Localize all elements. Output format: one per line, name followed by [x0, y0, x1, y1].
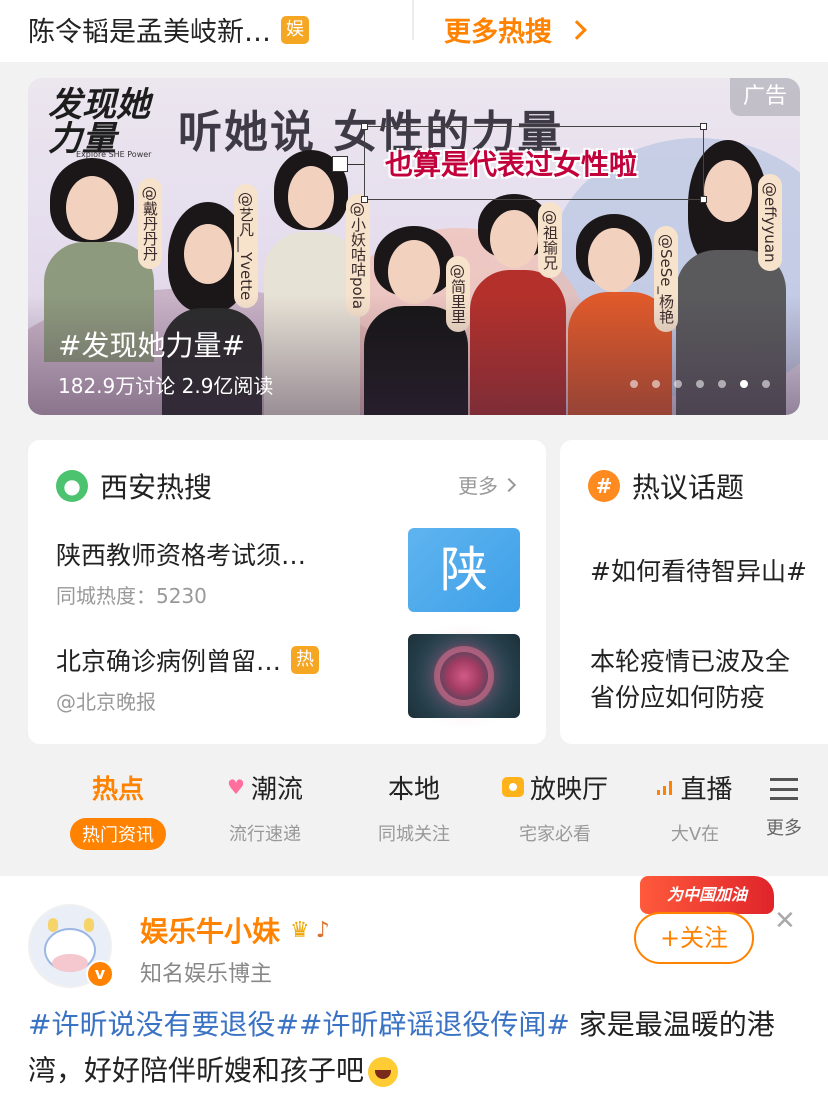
- quote-annotation: 也算是代表过女性啦: [361, 123, 707, 203]
- guitar-icon: ♪: [315, 917, 330, 943]
- carousel-dot[interactable]: [740, 380, 748, 388]
- tv-icon: [501, 777, 524, 797]
- tab-sub: 热门资讯: [70, 818, 166, 850]
- trending-topics-card: # 热议话题 #如何看待智异山# 本轮疫情已波及全 省份应如何防疫: [560, 440, 828, 744]
- chevron-right-icon: [501, 477, 517, 492]
- more-label: 更多: [458, 474, 498, 498]
- card-header: # 热议话题: [588, 466, 744, 506]
- topic-item[interactable]: 本轮疫情已波及全: [590, 642, 790, 678]
- tab-label: 潮流: [250, 774, 303, 805]
- author-description: 知名娱乐博主: [140, 962, 273, 987]
- tab-label: 本地: [387, 774, 440, 805]
- news-thumbnail[interactable]: [408, 634, 520, 718]
- topic-item-cont[interactable]: 省份应如何防疫: [590, 678, 765, 714]
- news-item-meta: @北京晚报: [56, 690, 156, 714]
- grin-emoji-icon: [368, 1057, 399, 1087]
- tab-label: 直播: [680, 774, 733, 805]
- carousel-dot[interactable]: [696, 380, 704, 388]
- news-title-text: 陕西教师资格考试须…: [56, 541, 307, 570]
- topic-item[interactable]: #如何看待智异山#: [590, 552, 807, 588]
- author-name-text: 娱乐牛小妹: [140, 915, 281, 948]
- close-icon[interactable]: ✕: [774, 906, 796, 936]
- tab-more-button[interactable]: 更多: [740, 766, 828, 866]
- divider: [412, 0, 414, 40]
- promo-banner[interactable]: 发现她力量 Explore SHE Power 听她说 女性的力量 @戴丹丹丹: [28, 78, 800, 415]
- tab-sub: 宅家必看: [519, 824, 591, 845]
- post-content[interactable]: #许昕说没有要退役##许昕辟谣退役传闻# 家是最温暖的港湾，好好陪伴昕嫂和孩子吧: [28, 1002, 788, 1094]
- person-name-tag: @艺凡__Yvette: [234, 184, 258, 309]
- campaign-logo: 发现她力量: [48, 85, 150, 159]
- tab-hot[interactable]: 热点 热门资讯: [62, 766, 174, 850]
- tab-sub: 大V在: [670, 824, 720, 845]
- tab-label: 热点: [91, 774, 144, 805]
- hot-search-strip: 陈令韬是孟美岐新… 娱 更多热搜: [0, 0, 828, 62]
- hashtag-icon: #: [588, 470, 620, 502]
- local-more-link[interactable]: 更多: [458, 470, 517, 499]
- person-name-tag: @effyyuan: [758, 174, 782, 271]
- ad-label: 广告: [730, 78, 800, 116]
- person-name-tag: @戴丹丹丹: [138, 178, 162, 269]
- tab-local[interactable]: 本地 同城关注: [354, 766, 474, 846]
- card-header: ● 西安热搜: [56, 466, 212, 506]
- heart-icon: ♥: [227, 775, 245, 799]
- tab-theater[interactable]: 放映厅 宅家必看: [480, 766, 630, 846]
- follow-button[interactable]: +关注: [634, 912, 754, 964]
- tab-sub: 流行速递: [229, 824, 301, 845]
- location-pin-icon: ●: [56, 470, 88, 502]
- person-name-tag: @祖瑜兄: [538, 202, 562, 278]
- hot-search-item-title: 陈令韬是孟美岐新…: [28, 17, 271, 48]
- banner-stats: 182.9万讨论 2.9亿阅读: [58, 374, 274, 398]
- carousel-indicator: [630, 380, 770, 388]
- tab-more-label: 更多: [766, 818, 802, 839]
- news-item-title[interactable]: 北京确诊病例曾留… 热: [56, 642, 320, 678]
- annotation-handle: [332, 156, 348, 172]
- card-title: 西安热搜: [100, 471, 213, 504]
- signal-bars-icon: [657, 779, 673, 795]
- author-name[interactable]: 娱乐牛小妹 ♛ ♪: [140, 910, 330, 950]
- tab-trend[interactable]: ♥ 潮流 流行速递: [200, 766, 330, 846]
- quote-text: 也算是代表过女性啦: [385, 148, 638, 181]
- card-title: 热议话题: [632, 471, 745, 504]
- menu-icon: [770, 778, 798, 800]
- channel-tabs: 热点 热门资讯 ♥ 潮流 流行速递 本地 同城关注 放映厅 宅家必看 直播 大V在…: [0, 766, 828, 866]
- feed-post: v 娱乐牛小妹 ♛ ♪ 知名娱乐博主 为中国加油 +关注 ✕ #许昕说没有要退役…: [0, 876, 828, 1104]
- local-hot-search-card: ● 西安热搜 更多 陕西教师资格考试须… 同城热度：5230 陕 北京确诊病例曾…: [28, 440, 546, 744]
- news-title-text: 北京确诊病例曾留…: [56, 647, 282, 676]
- news-item-meta: 同城热度：5230: [56, 584, 207, 608]
- hashtag-link[interactable]: #许昕辟谣退役传闻#: [299, 1008, 570, 1041]
- news-item-title[interactable]: 陕西教师资格考试须…: [56, 536, 306, 572]
- promo-tag: 为中国加油: [640, 876, 774, 914]
- tab-sub: 同城关注: [378, 824, 450, 845]
- hot-badge: 热: [291, 646, 320, 674]
- tab-label: 放映厅: [529, 774, 608, 805]
- carousel-dot[interactable]: [718, 380, 726, 388]
- more-hot-search-label: 更多热搜: [444, 17, 552, 48]
- tab-live[interactable]: 直播 大V在: [640, 766, 750, 846]
- hashtag-link[interactable]: #许昕说没有要退役#: [28, 1008, 299, 1041]
- more-hot-search-link[interactable]: 更多热搜: [444, 10, 587, 49]
- annotation-connector: [348, 164, 364, 165]
- verified-badge: v: [86, 960, 114, 988]
- carousel-dot[interactable]: [652, 380, 660, 388]
- virus-image: [440, 652, 488, 700]
- hot-search-item[interactable]: 陈令韬是孟美岐新… 娱: [28, 10, 309, 49]
- news-thumbnail[interactable]: 陕: [408, 528, 520, 612]
- carousel-dot[interactable]: [762, 380, 770, 388]
- entertainment-badge: 娱: [281, 15, 309, 44]
- banner-topic: #发现她力量#: [58, 329, 245, 362]
- chevron-right-icon: [567, 19, 587, 40]
- crown-icon: ♛: [290, 917, 310, 943]
- carousel-dot[interactable]: [674, 380, 682, 388]
- carousel-dot[interactable]: [630, 380, 638, 388]
